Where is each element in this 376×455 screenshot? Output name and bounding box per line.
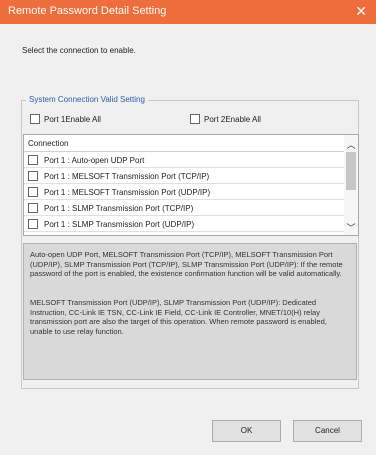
description-paragraph-1: Auto-open UDP Port, MELSOFT Transmission… bbox=[30, 250, 343, 278]
ok-button[interactable]: OK bbox=[212, 420, 281, 442]
list-item-checkbox[interactable] bbox=[28, 155, 38, 165]
list-item-label: Port 1 : SLMP Transmission Port (UDP/IP) bbox=[44, 220, 195, 229]
chevron-down-icon[interactable]: ﹀ bbox=[344, 221, 358, 234]
list-item-checkbox[interactable] bbox=[28, 171, 38, 181]
list-item[interactable]: Port 1 : SLMP Transmission Port (TCP/IP) bbox=[24, 200, 344, 216]
list-scrollbar[interactable]: ︿ ﹀ bbox=[344, 135, 358, 235]
description-paragraph-2: MELSOFT Transmission Port (UDP/IP), SLMP… bbox=[30, 298, 327, 336]
port1-enable-all-checkbox[interactable] bbox=[30, 114, 40, 124]
list-item-label: Port 1 : MELSOFT Transmission Port (UDP/… bbox=[44, 188, 211, 197]
list-item-checkbox[interactable] bbox=[28, 187, 38, 197]
close-icon[interactable]: ✕ bbox=[355, 4, 367, 18]
list-header-label: Connection bbox=[28, 139, 69, 148]
list-item-label: Port 1 : SLMP Transmission Port (TCP/IP) bbox=[44, 204, 194, 213]
instruction-text: Select the connection to enable. bbox=[22, 46, 136, 55]
list-item[interactable]: Port 1 : MELSOFT Transmission Port (TCP/… bbox=[24, 168, 344, 184]
dialog-title: Remote Password Detail Setting bbox=[8, 5, 167, 17]
list-item-checkbox[interactable] bbox=[28, 203, 38, 213]
cancel-button[interactable]: Cancel bbox=[293, 420, 362, 442]
list-item[interactable]: Port 1 : SLMP Transmission Port (UDP/IP) bbox=[24, 216, 344, 232]
list-item[interactable]: Port 1 : MELSOFT Transmission Port (UDP/… bbox=[24, 184, 344, 200]
groupbox-title: System Connection Valid Setting bbox=[26, 95, 148, 104]
list-item[interactable]: Port 1 : Auto-open UDP Port bbox=[24, 152, 344, 168]
list-header: Connection bbox=[24, 135, 358, 152]
list-item-checkbox[interactable] bbox=[28, 219, 38, 229]
connection-list[interactable]: Connection Port 1 : Auto-open UDP Port P… bbox=[23, 134, 359, 236]
description-box: Auto-open UDP Port, MELSOFT Transmission… bbox=[23, 243, 357, 380]
port2-enable-all-label: Port 2Enable All bbox=[204, 115, 261, 124]
port2-enable-all-checkbox[interactable] bbox=[190, 114, 200, 124]
title-bar: Remote Password Detail Setting ✕ bbox=[0, 0, 376, 24]
chevron-up-icon[interactable]: ︿ bbox=[344, 138, 358, 151]
port1-enable-all-label: Port 1Enable All bbox=[44, 115, 101, 124]
dialog-window: Remote Password Detail Setting ✕ Select … bbox=[0, 0, 376, 455]
list-item-label: Port 1 : Auto-open UDP Port bbox=[44, 156, 145, 165]
list-item-label: Port 1 : MELSOFT Transmission Port (TCP/… bbox=[44, 172, 210, 181]
scrollbar-thumb[interactable] bbox=[346, 152, 356, 190]
